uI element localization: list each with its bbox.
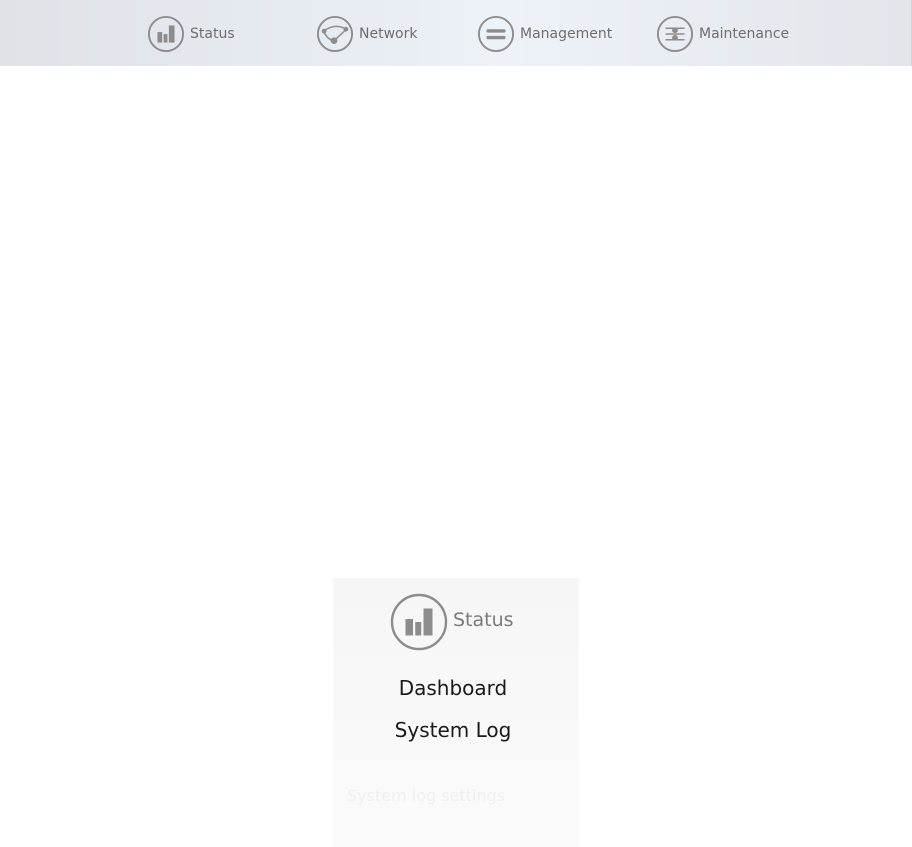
- nav-item-label: Status: [190, 26, 235, 42]
- nav-item-management[interactable]: Management: [477, 14, 612, 54]
- nav-item-label: Management: [520, 26, 613, 42]
- dropdown-header-label: Status: [453, 609, 514, 631]
- menu-item-system-log[interactable]: System Log: [333, 718, 573, 742]
- faded-menu-item-system-log-settings: System log settings: [347, 786, 506, 805]
- status-dropdown-menu: Status Dashboard System Log System log s…: [333, 578, 579, 847]
- sliders-icon: [656, 15, 694, 53]
- menu-item-dashboard[interactable]: Dashboard: [333, 676, 573, 700]
- top-navigation-bar: Status Network Management Maintenance: [0, 0, 912, 66]
- bar-chart-icon: [390, 593, 448, 651]
- nav-item-status[interactable]: Status: [147, 14, 235, 54]
- management-icon: [477, 15, 515, 53]
- nav-item-label: Network: [359, 26, 418, 42]
- network-icon: [316, 15, 354, 53]
- nav-item-network[interactable]: Network: [316, 14, 417, 54]
- nav-item-label: Maintenance: [699, 26, 790, 42]
- bar-chart-icon: [147, 15, 185, 53]
- nav-item-maintenance[interactable]: Maintenance: [656, 14, 789, 54]
- dropdown-header: Status: [389, 592, 514, 652]
